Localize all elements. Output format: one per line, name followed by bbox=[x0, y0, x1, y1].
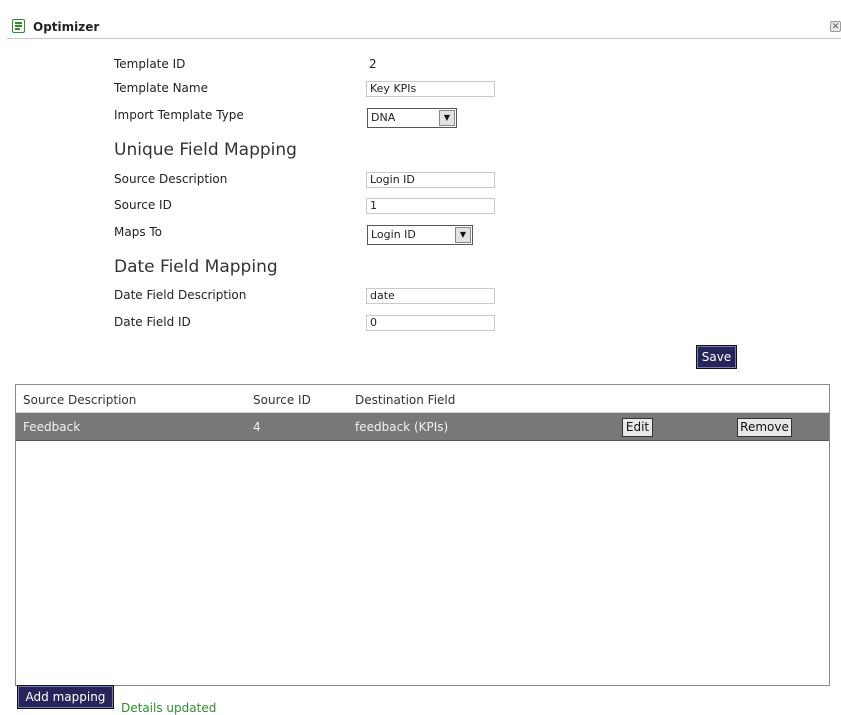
source-description-input[interactable]: Login ID bbox=[366, 172, 495, 188]
optimizer-window: Optimizer ✕ Template ID 2 Template Name … bbox=[0, 0, 841, 715]
date-description-label: Date Field Description bbox=[114, 288, 247, 302]
import-type-value: DNA bbox=[371, 111, 396, 124]
add-mapping-button[interactable]: Add mapping bbox=[17, 685, 114, 709]
mappings-table: Source Description Source ID Destination… bbox=[15, 384, 830, 686]
cell-source-id: 4 bbox=[253, 420, 261, 434]
table-row[interactable]: Feedback 4 feedback (KPIs) Edit Remove bbox=[16, 413, 829, 441]
column-header-source-id[interactable]: Source ID bbox=[253, 393, 311, 407]
maps-to-label: Maps To bbox=[114, 225, 163, 239]
source-id-input[interactable]: 1 bbox=[366, 198, 495, 214]
import-type-label: Import Template Type bbox=[114, 108, 244, 122]
title-bar: Optimizer ✕ bbox=[7, 16, 841, 39]
status-message: Details updated bbox=[121, 701, 217, 715]
save-button[interactable]: Save bbox=[696, 345, 737, 369]
source-description-label: Source Description bbox=[114, 172, 228, 186]
template-id-value: 2 bbox=[369, 57, 377, 71]
maps-to-value: Login ID bbox=[371, 228, 416, 241]
cell-source-description: Feedback bbox=[23, 420, 81, 434]
window-title: Optimizer bbox=[33, 20, 100, 34]
close-icon[interactable]: ✕ bbox=[830, 21, 841, 32]
form-icon bbox=[12, 19, 25, 33]
remove-button[interactable]: Remove bbox=[737, 418, 792, 437]
maps-to-select[interactable]: Login ID ▼ bbox=[367, 225, 473, 245]
chevron-down-icon[interactable]: ▼ bbox=[439, 110, 455, 126]
template-name-input[interactable]: Key KPIs bbox=[366, 81, 495, 97]
date-id-label: Date Field ID bbox=[114, 315, 191, 329]
source-id-label: Source ID bbox=[114, 198, 172, 212]
column-header-destination-field[interactable]: Destination Field bbox=[355, 393, 455, 407]
edit-button[interactable]: Edit bbox=[622, 418, 653, 437]
column-header-source-description[interactable]: Source Description bbox=[23, 393, 136, 407]
import-type-select[interactable]: DNA ▼ bbox=[367, 108, 457, 128]
date-mapping-heading: Date Field Mapping bbox=[114, 257, 278, 277]
date-description-input[interactable]: date bbox=[366, 288, 495, 304]
template-name-label: Template Name bbox=[114, 81, 208, 95]
date-id-input[interactable]: 0 bbox=[366, 315, 495, 331]
unique-mapping-heading: Unique Field Mapping bbox=[114, 140, 297, 160]
chevron-down-icon[interactable]: ▼ bbox=[455, 227, 471, 243]
cell-destination-field: feedback (KPIs) bbox=[355, 420, 449, 434]
table-header: Source Description Source ID Destination… bbox=[16, 385, 829, 413]
template-id-label: Template ID bbox=[114, 57, 186, 71]
